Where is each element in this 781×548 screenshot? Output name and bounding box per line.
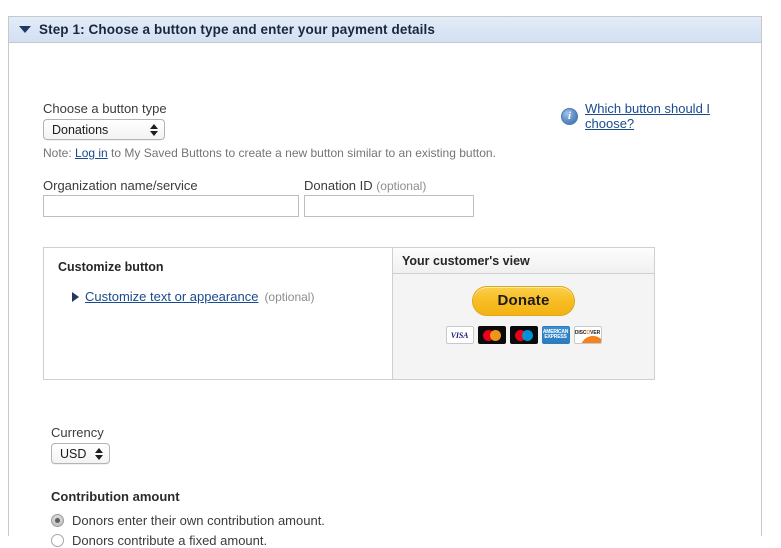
step-body: Choose a button type Donations Note: Log… (9, 43, 761, 548)
page-root: Step 1: Choose a button type and enter y… (0, 0, 781, 548)
which-button-help[interactable]: i Which button should I choose? (561, 101, 761, 131)
contribution-amount-title: Contribution amount (51, 489, 180, 504)
customize-text-link[interactable]: Customize text or appearance (85, 289, 258, 304)
donation-id-input-wrap (304, 195, 474, 217)
donation-id-input[interactable] (304, 195, 474, 217)
organization-input[interactable] (43, 195, 299, 217)
customize-button-title: Customize button (58, 260, 164, 274)
donate-button[interactable]: Donate (472, 286, 575, 316)
donation-id-optional: (optional) (376, 179, 427, 193)
info-icon: i (561, 107, 578, 125)
triangle-right-icon[interactable] (72, 291, 79, 302)
button-type-selected-value: Donations (52, 122, 109, 137)
radio-own-amount-control[interactable] (51, 514, 64, 527)
customize-optional: (optional) (264, 289, 315, 304)
organization-label: Organization name/service (43, 178, 198, 193)
radio-own-amount-label: Donors enter their own contribution amou… (72, 513, 325, 528)
triangle-down-icon[interactable] (19, 26, 31, 33)
currency-label: Currency (51, 425, 104, 440)
step-panel: Step 1: Choose a button type and enter y… (8, 16, 762, 548)
customize-preview-panels: Customize button Customize text or appea… (43, 247, 655, 380)
discover-card-icon: DISCOVER (573, 326, 602, 344)
visa-card-icon: VISA (445, 326, 474, 344)
radio-fixed-amount-label: Donors contribute a fixed amount. (72, 533, 268, 548)
customer-view-panel: Your customer's view Donate VISA AMERICA… (393, 248, 654, 379)
note-suffix: to My Saved Buttons to create a new butt… (107, 146, 496, 160)
note-prefix: Note: (43, 146, 76, 160)
donation-id-label-text: Donation ID (304, 178, 373, 193)
button-type-select[interactable]: Donations (43, 119, 165, 140)
donate-preview: Donate VISA AMERICAN EXPRESS DISCOVER (393, 286, 654, 344)
button-type-label: Choose a button type (43, 101, 167, 116)
step-header[interactable]: Step 1: Choose a button type and enter y… (9, 17, 761, 43)
radio-fixed-amount[interactable]: Donors contribute a fixed amount. (51, 533, 267, 548)
which-button-link[interactable]: Which button should I choose? (585, 101, 761, 131)
mastercard-card-icon (477, 326, 506, 344)
customer-view-header: Your customer's view (393, 248, 654, 274)
amex-card-icon: AMERICAN EXPRESS (541, 326, 570, 344)
login-note: Note: Log in to My Saved Buttons to crea… (43, 146, 496, 160)
stepper-arrows-icon (95, 447, 103, 460)
customer-view-title: Your customer's view (402, 253, 530, 268)
maestro-card-icon (509, 326, 538, 344)
radio-fixed-amount-control[interactable] (51, 534, 64, 547)
stepper-arrows-icon (150, 123, 158, 136)
radio-own-amount[interactable]: Donors enter their own contribution amou… (51, 513, 325, 528)
log-in-link[interactable]: Log in (75, 146, 108, 160)
donation-id-label: Donation ID (optional) (304, 178, 426, 193)
customize-button-panel: Customize button Customize text or appea… (44, 248, 393, 379)
accepted-cards: VISA AMERICAN EXPRESS DISCOVER (445, 326, 602, 344)
currency-select[interactable]: USD (51, 443, 110, 464)
customize-link-row[interactable]: Customize text or appearance (optional) (72, 289, 314, 304)
organization-input-wrap (43, 195, 299, 217)
currency-selected-value: USD (60, 446, 87, 461)
step-title: Step 1: Choose a button type and enter y… (39, 22, 435, 37)
